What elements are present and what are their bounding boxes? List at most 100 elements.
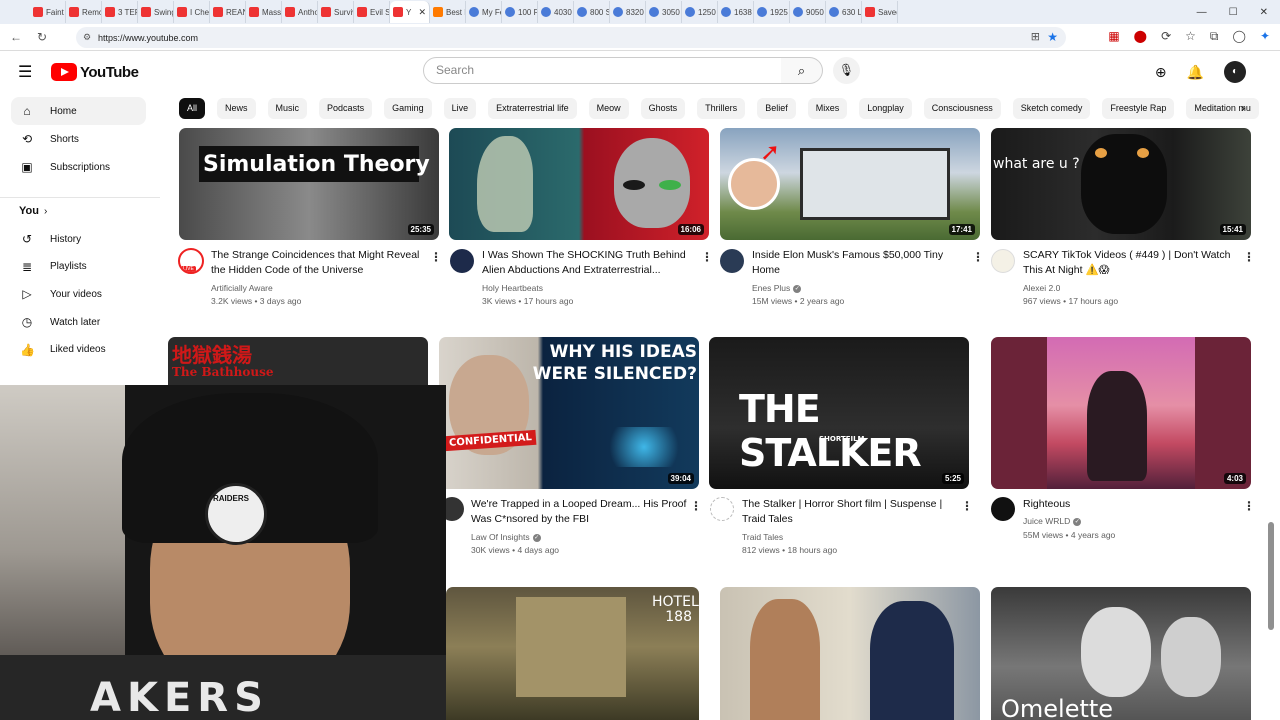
chip-all[interactable]: All (179, 98, 206, 119)
sidebar-you-header[interactable]: You › (19, 205, 47, 217)
profile-icon[interactable]: ◯ (1233, 29, 1246, 44)
chip-extraterrestrial-life[interactable]: Extraterrestrial life (488, 98, 577, 119)
collections-icon[interactable]: ⧉ (1210, 29, 1219, 44)
video-thumbnail-11[interactable]: Omelette (991, 587, 1251, 720)
browser-tab[interactable]: My Fe (466, 1, 502, 23)
create-video-icon[interactable]: ⊕ (1155, 64, 1167, 81)
browser-tab[interactable]: Y ✕ (390, 1, 430, 23)
close-window-icon[interactable]: ✕ (1260, 7, 1268, 18)
browser-tab[interactable]: Surviv (318, 1, 354, 23)
chip-podcasts[interactable]: Podcasts (319, 98, 373, 119)
chip-meow[interactable]: Meow (588, 98, 629, 119)
channel-avatar[interactable] (991, 249, 1015, 273)
browser-tab[interactable]: 1638 (718, 1, 754, 23)
browser-tab[interactable]: Saved (862, 1, 898, 23)
site-info-icon[interactable]: ⚙ (83, 32, 91, 43)
sidebar-item-liked-videos[interactable]: 👍 Liked videos (11, 336, 146, 364)
sidebar-item-home[interactable]: ⌂ Home (11, 97, 146, 125)
video-title[interactable]: The Strange Coincidences that Might Reve… (211, 248, 431, 278)
account-avatar[interactable]: ◐ (1224, 61, 1246, 83)
sidebar-item-shorts[interactable]: ⟲ Shorts (11, 125, 146, 153)
chip-sketch-comedy[interactable]: Sketch comedy (1012, 98, 1091, 119)
channel-avatar[interactable]: LIVE (178, 248, 204, 274)
chip-music[interactable]: Music (267, 98, 308, 119)
channel-avatar[interactable] (450, 249, 474, 273)
browser-tab[interactable]: Best H (430, 1, 466, 23)
video-title[interactable]: I Was Shown The SHOCKING Truth Behind Al… (482, 248, 702, 278)
browser-tab[interactable]: 3050 (646, 1, 682, 23)
browser-tab[interactable]: I Chec (174, 1, 210, 23)
chips-next-arrow-icon[interactable]: › (1241, 101, 1245, 115)
video-thumbnail-8[interactable]: 4:03 (991, 337, 1251, 489)
chip-longplay[interactable]: Longplay (859, 98, 912, 119)
notifications-bell-icon[interactable]: 🔔 (1187, 64, 1204, 81)
video-thumbnail-1[interactable]: Simulation Theory 25:35 (179, 128, 439, 240)
more-actions-icon[interactable]: ⋮ (430, 250, 442, 264)
close-tab-icon[interactable]: ✕ (418, 7, 426, 18)
sidebar-item-your-videos[interactable]: ▷ Your videos (11, 280, 146, 308)
chip-thrillers[interactable]: Thrillers (697, 98, 746, 119)
install-app-icon[interactable]: ⊞ (1031, 30, 1040, 43)
video-title[interactable]: SCARY TikTok Videos ( #449 ) | Don't Wat… (1023, 248, 1243, 278)
video-channel[interactable]: Traid Tales (742, 531, 783, 544)
video-title[interactable]: The Stalker | Horror Short film | Suspen… (742, 497, 962, 527)
copilot-icon[interactable]: ✦ (1260, 29, 1270, 44)
browser-tab[interactable]: 1925 (754, 1, 790, 23)
chip-belief[interactable]: Belief (757, 98, 796, 119)
url-field[interactable]: ⚙ https://www.youtube.com ⊞ ★ (76, 27, 1066, 48)
video-thumbnail-2[interactable]: 16:06 (449, 128, 709, 240)
video-thumbnail-9[interactable]: HOTEL 188 (446, 587, 699, 720)
video-title[interactable]: We're Trapped in a Looped Dream... His P… (471, 497, 691, 527)
page-scrollbar[interactable] (1268, 522, 1274, 630)
video-channel[interactable]: Alexei 2.0 (1023, 282, 1060, 295)
browser-tab[interactable]: 800 S (574, 1, 610, 23)
more-actions-icon[interactable]: ⋮ (972, 250, 984, 264)
search-button[interactable]: ⌕ (781, 57, 823, 84)
video-channel-row[interactable]: Juice WRLD ✓ (1023, 515, 1082, 528)
minimize-icon[interactable]: — (1197, 7, 1207, 18)
browser-tab[interactable]: 630 L (826, 1, 862, 23)
sidebar-item-history[interactable]: ↺ History (11, 225, 146, 253)
video-thumbnail-7[interactable]: THE STALKER SHORTFILM 5:25 (709, 337, 969, 489)
search-input[interactable]: Search (423, 57, 782, 84)
channel-avatar[interactable] (991, 497, 1015, 521)
video-channel[interactable]: Holy Heartbeats (482, 282, 543, 295)
more-actions-icon[interactable]: ⋮ (1243, 499, 1255, 513)
chip-mixes[interactable]: Mixes (807, 98, 848, 119)
browser-tab[interactable]: Swing (138, 1, 174, 23)
voice-search-button[interactable]: 🎙 (833, 57, 860, 84)
adblock-icon[interactable]: ⬤ (1134, 29, 1147, 44)
browser-tab[interactable]: 9050 (790, 1, 826, 23)
channel-avatar[interactable] (710, 497, 734, 521)
extension-icon[interactable]: ▦ (1108, 29, 1119, 44)
reload-icon[interactable]: ↻ (32, 30, 52, 44)
browser-tab[interactable]: Faint (30, 1, 66, 23)
video-thumbnail-3[interactable]: ➚ 17:41 (720, 128, 980, 240)
chip-meditation-mu[interactable]: Meditation mu (1186, 98, 1259, 119)
chip-news[interactable]: News (217, 98, 256, 119)
browser-tab[interactable]: Evil Sp (354, 1, 390, 23)
chip-live[interactable]: Live (443, 98, 477, 119)
sidebar-item-playlists[interactable]: ≣ Playlists (11, 253, 146, 281)
chip-consciousness[interactable]: Consciousness (923, 98, 1001, 119)
video-thumbnail-6[interactable]: WHY HIS IDEAS WERE SILENCED? CONFIDENTIA… (439, 337, 699, 489)
more-actions-icon[interactable]: ⋮ (701, 250, 713, 264)
more-actions-icon[interactable]: ⋮ (690, 499, 702, 513)
chip-gaming[interactable]: Gaming (384, 98, 432, 119)
video-thumbnail-10[interactable] (720, 587, 980, 720)
sidebar-item-subscriptions[interactable]: ▣ Subscriptions (11, 153, 146, 181)
maximize-icon[interactable]: ☐ (1229, 7, 1238, 18)
channel-avatar[interactable] (720, 249, 744, 273)
video-title[interactable]: Inside Elon Musk's Famous $50,000 Tiny H… (752, 248, 972, 278)
browser-tab[interactable]: 4030 (538, 1, 574, 23)
youtube-logo[interactable]: YouTube (51, 63, 139, 81)
browser-tab[interactable]: Massi (246, 1, 282, 23)
chip-freestyle-rap[interactable]: Freestyle Rap (1102, 98, 1175, 119)
browser-tab[interactable]: REAN (210, 1, 246, 23)
video-title[interactable]: Righteous (1023, 497, 1243, 512)
browser-tab[interactable]: 3 TER (102, 1, 138, 23)
browser-tab[interactable]: Antho (282, 1, 318, 23)
more-actions-icon[interactable]: ⋮ (1243, 250, 1255, 264)
back-icon[interactable]: ← (6, 30, 26, 44)
sidebar-item-watch-later[interactable]: ◷ Watch later (11, 308, 146, 336)
